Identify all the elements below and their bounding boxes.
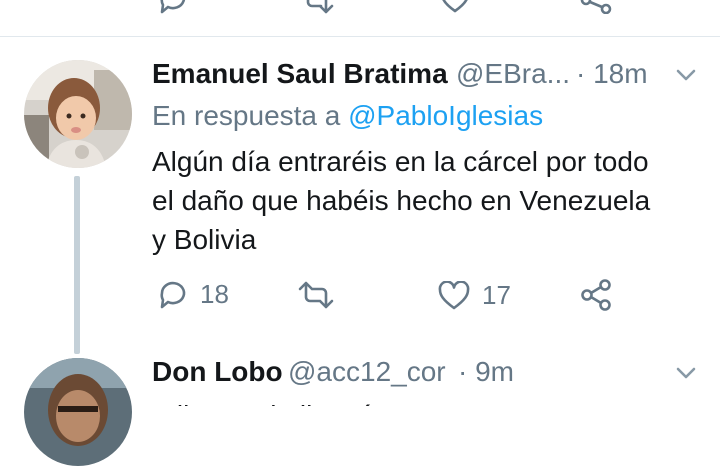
tweet-header: Emanuel Saul Bratima @EBra... · 18m xyxy=(152,56,692,96)
tweet-text-line: Algún día entraréis en la cárcel por tod… xyxy=(152,146,649,177)
like-button[interactable]: 17 xyxy=(438,280,511,311)
author-handle[interactable]: @EBra... xyxy=(456,58,570,90)
avatar[interactable] xyxy=(24,60,132,168)
tweet-text-line: y Bolivia xyxy=(152,224,257,255)
heart-icon xyxy=(438,280,470,311)
share-icon[interactable] xyxy=(580,0,612,14)
reply-count: 18 xyxy=(200,279,229,309)
author-name[interactable]: Don Lobo xyxy=(152,356,283,388)
share-icon xyxy=(580,279,612,311)
reply-mention-link[interactable]: @PabloIglesias xyxy=(348,100,543,131)
chevron-down-icon[interactable] xyxy=(676,68,696,82)
tweet-text-line: el daño que habéis hecho en Venezuela xyxy=(152,185,651,216)
retweet-icon xyxy=(298,281,334,309)
reply-icon[interactable] xyxy=(158,0,188,14)
retweet-button[interactable] xyxy=(298,281,334,309)
reply-prefix: En respuesta a xyxy=(152,100,349,131)
tweet-text: Algún día entraréis en la cárcel por tod… xyxy=(152,142,692,259)
avatar[interactable] xyxy=(24,358,132,466)
share-button[interactable] xyxy=(580,279,612,311)
like-count: 17 xyxy=(482,280,511,310)
previous-tweet-actions xyxy=(0,0,720,14)
author-handle[interactable]: @acc12_cor xyxy=(288,356,446,388)
chevron-down-icon[interactable] xyxy=(676,366,696,380)
author-name[interactable]: Emanuel Saul Bratima xyxy=(152,58,448,90)
heart-icon[interactable] xyxy=(440,0,470,14)
reply-button[interactable]: 18 xyxy=(158,279,229,310)
tweet-text-line: A llorar a la llorería xyxy=(152,396,692,406)
reply-context: En respuesta a @PabloIglesias xyxy=(152,100,543,132)
reply-icon xyxy=(158,280,188,310)
tweet-text: A llorar a la llorería xyxy=(152,396,692,406)
thread-line xyxy=(74,176,80,354)
retweet-icon[interactable] xyxy=(300,0,334,14)
tweet-divider xyxy=(0,36,720,37)
tweet-header: Don Lobo @acc12_cor · 9m xyxy=(152,354,692,394)
tweet-time: · 9m xyxy=(458,356,514,387)
tweet-time: · 18m xyxy=(576,58,648,89)
